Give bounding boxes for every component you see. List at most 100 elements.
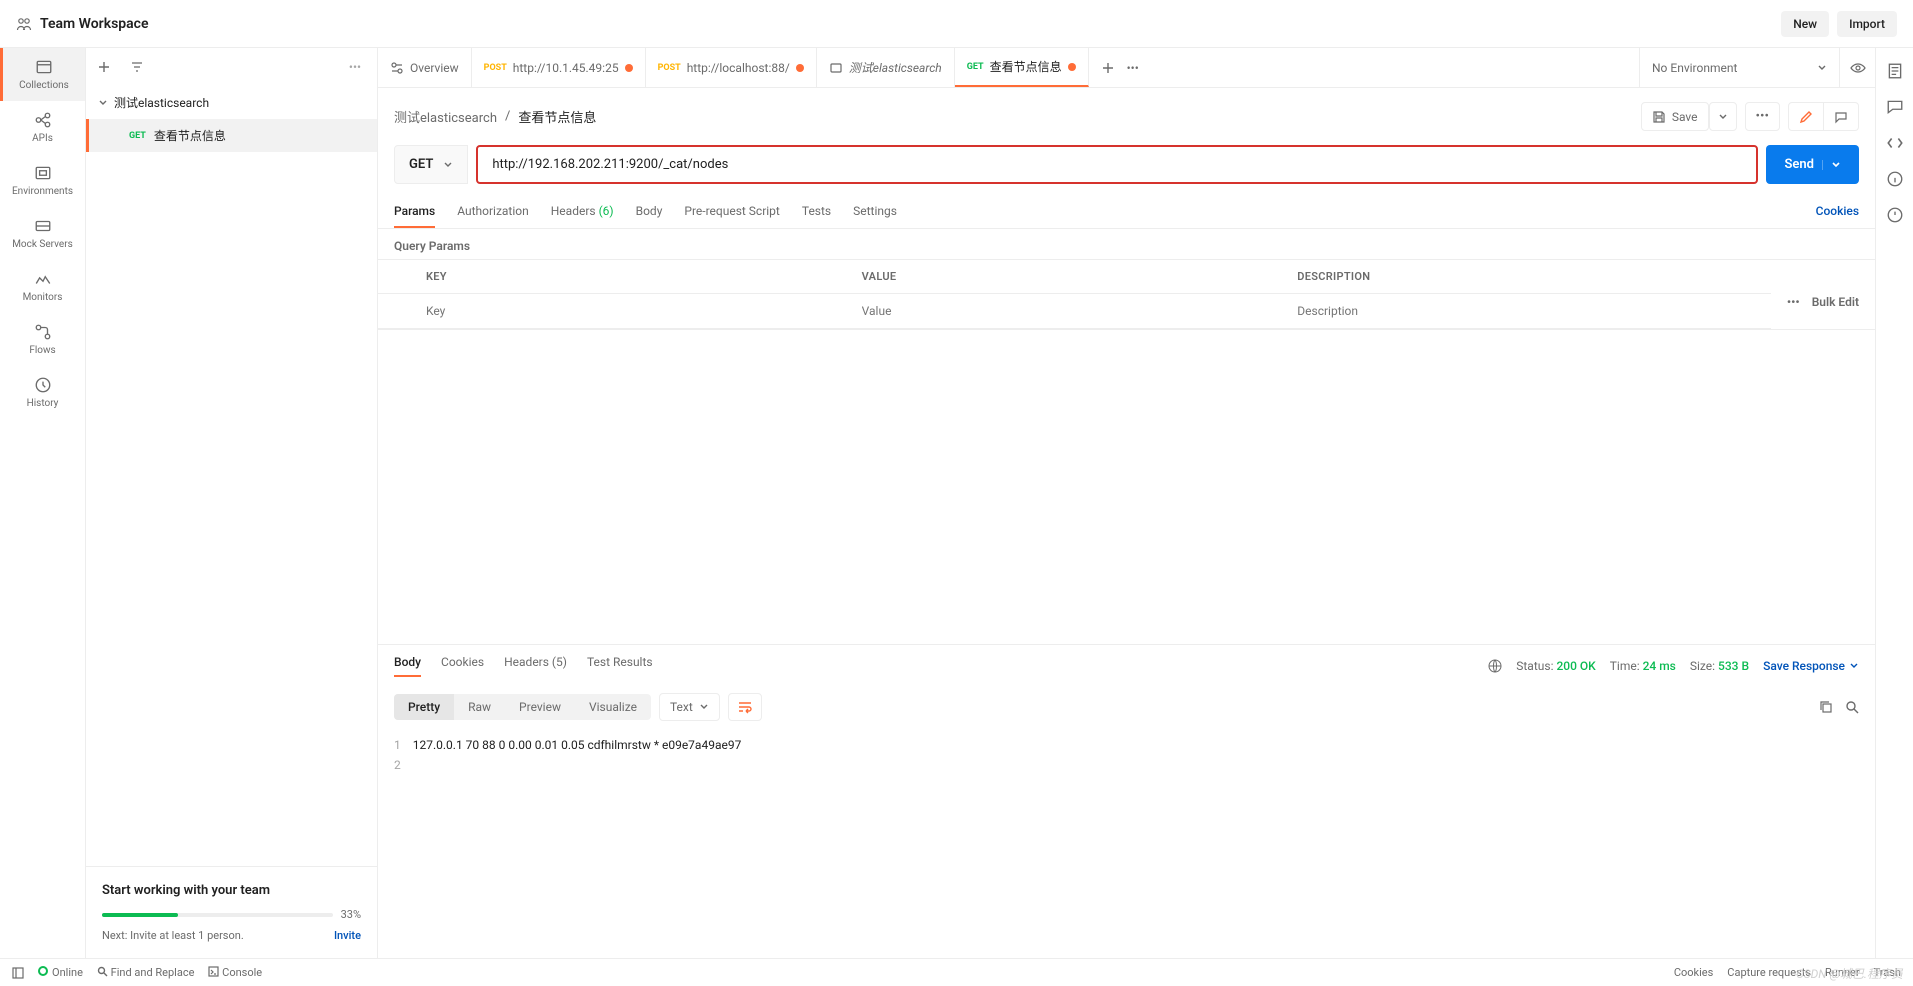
environment-eye-icon[interactable] <box>1839 48 1875 87</box>
collection-folder[interactable]: 测试elasticsearch <box>86 86 377 119</box>
import-button[interactable]: Import <box>1837 11 1897 37</box>
code-icon[interactable] <box>1886 134 1904 152</box>
tab-overview[interactable]: Overview <box>378 48 472 87</box>
folder-icon <box>829 61 843 75</box>
sidebar-filter[interactable] <box>122 56 333 78</box>
reqtab-auth[interactable]: Authorization <box>457 196 529 228</box>
qp-more-icon[interactable]: ••• <box>1787 295 1800 309</box>
comment-button[interactable] <box>1824 102 1859 131</box>
response-body[interactable]: 12 127.0.0.1 70 88 0 0.00 0.01 0.05 cdfh… <box>378 727 1875 959</box>
search-icon[interactable] <box>1845 700 1859 714</box>
sidebar-options-icon[interactable]: ••• <box>341 60 369 74</box>
restab-cookies[interactable]: Cookies <box>441 655 484 677</box>
new-tab-icon[interactable] <box>1101 61 1115 75</box>
col-key: KEY <box>414 260 850 293</box>
reqtab-body[interactable]: Body <box>636 196 663 228</box>
breadcrumb-sep: / <box>505 109 510 124</box>
rail-apis[interactable]: APIs <box>0 101 85 154</box>
monitors-icon <box>34 270 52 288</box>
left-rail: Collections APIs Environments Mock Serve… <box>0 48 86 958</box>
unsaved-dot-icon <box>625 64 633 72</box>
chevron-down-icon <box>98 98 108 108</box>
reqtab-tests[interactable]: Tests <box>802 196 831 228</box>
restab-test[interactable]: Test Results <box>587 655 653 677</box>
mock-icon <box>34 217 52 235</box>
rail-monitors[interactable]: Monitors <box>0 260 85 313</box>
col-desc: DESCRIPTION <box>1285 260 1721 293</box>
qp-value-input[interactable] <box>850 294 1286 328</box>
comments-icon[interactable] <box>1886 98 1904 116</box>
rail-collections[interactable]: Collections <box>0 48 85 101</box>
status-label: Status: 200 OK <box>1516 659 1596 673</box>
right-rail <box>1875 48 1913 958</box>
rail-flows[interactable]: Flows <box>0 313 85 366</box>
unsaved-dot-icon <box>796 64 804 72</box>
url-input[interactable] <box>478 147 1756 182</box>
restab-headers[interactable]: Headers (5) <box>504 655 567 677</box>
docs-icon[interactable] <box>1886 62 1904 80</box>
globe-icon[interactable] <box>1488 659 1502 673</box>
view-preview[interactable]: Preview <box>505 694 575 720</box>
console-button[interactable]: Console <box>208 966 262 979</box>
panel-toggle-icon[interactable] <box>12 967 24 979</box>
rail-history[interactable]: History <box>0 366 85 419</box>
col-value: VALUE <box>850 260 1286 293</box>
qp-desc-input[interactable] <box>1285 294 1721 328</box>
breadcrumb-parent[interactable]: 测试elasticsearch <box>394 107 497 126</box>
workspace-icon <box>16 16 32 32</box>
qp-key-input[interactable] <box>414 294 850 328</box>
team-hint-card: Start working with your team 33% Next: I… <box>86 866 377 958</box>
online-status[interactable]: Online <box>38 966 83 979</box>
cookies-link[interactable]: Cookies <box>1816 196 1859 228</box>
query-params-title: Query Params <box>378 229 1875 259</box>
hint-next-text: Next: Invite at least 1 person. <box>102 929 244 942</box>
sidebar: ••• 测试elasticsearch GET 查看节点信息 Start wor… <box>86 48 378 958</box>
tab-collection[interactable]: 测试elasticsearch <box>817 48 955 87</box>
related-icon[interactable] <box>1886 206 1904 224</box>
tab-post-2[interactable]: POST http://localhost:88/ <box>646 48 817 87</box>
reqtab-settings[interactable]: Settings <box>853 196 897 228</box>
restab-body[interactable]: Body <box>394 655 421 677</box>
view-visualize[interactable]: Visualize <box>575 694 651 720</box>
request-item[interactable]: GET 查看节点信息 <box>86 119 377 152</box>
save-dropdown[interactable] <box>1709 102 1737 131</box>
capture-requests[interactable]: Capture requests <box>1727 966 1811 979</box>
save-response-button[interactable]: Save Response <box>1763 659 1859 673</box>
format-select[interactable]: Text <box>659 693 720 721</box>
invite-link[interactable]: Invite <box>334 929 361 942</box>
reqtab-headers[interactable]: Headers (6) <box>551 196 614 228</box>
size-label: Size: 533 B <box>1690 659 1749 673</box>
trash-button[interactable]: Trash <box>1874 966 1901 979</box>
footer-cookies[interactable]: Cookies <box>1674 966 1713 979</box>
new-button[interactable]: New <box>1781 11 1829 37</box>
view-raw[interactable]: Raw <box>454 694 505 720</box>
save-button[interactable]: Save <box>1641 102 1709 131</box>
overview-icon <box>390 61 404 75</box>
reqtab-params[interactable]: Params <box>394 196 435 228</box>
progress-bar <box>102 913 333 917</box>
tab-more-icon[interactable]: ••• <box>1127 61 1139 75</box>
info-icon[interactable] <box>1886 170 1904 188</box>
environments-icon <box>34 164 52 182</box>
chevron-down-icon <box>1822 160 1841 170</box>
rail-mock[interactable]: Mock Servers <box>0 207 85 260</box>
edit-button[interactable] <box>1788 102 1824 131</box>
find-replace-button[interactable]: Find and Replace <box>97 966 195 979</box>
request-more-icon[interactable]: ••• <box>1745 102 1781 131</box>
bulk-edit-button[interactable]: Bulk Edit <box>1812 295 1859 309</box>
environment-select[interactable]: No Environment <box>1639 48 1839 87</box>
runner-button[interactable]: Runner <box>1825 966 1860 979</box>
tab-active-request[interactable]: GET 查看节点信息 <box>955 48 1089 87</box>
send-button[interactable]: Send <box>1766 145 1859 184</box>
reqtab-prereq[interactable]: Pre-request Script <box>684 196 779 228</box>
view-pretty[interactable]: Pretty <box>394 694 454 720</box>
rail-environments[interactable]: Environments <box>0 154 85 207</box>
history-icon <box>34 376 52 394</box>
copy-icon[interactable] <box>1819 700 1833 714</box>
unsaved-dot-icon <box>1068 63 1076 71</box>
method-dropdown[interactable]: GET <box>394 145 468 184</box>
sidebar-add-icon[interactable] <box>94 57 114 77</box>
tab-post-1[interactable]: POST http://10.1.45.49:25 <box>472 48 646 87</box>
chevron-down-icon <box>1817 63 1827 73</box>
wrap-toggle[interactable] <box>728 693 762 721</box>
